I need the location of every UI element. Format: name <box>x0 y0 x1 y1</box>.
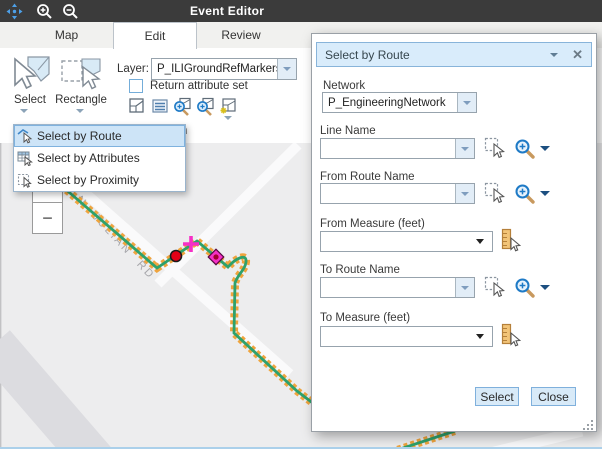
zoom-to-selected-tool-icon[interactable] <box>173 97 192 116</box>
selection-options-caret[interactable] <box>224 116 232 120</box>
select-tool-icon[interactable] <box>8 54 52 92</box>
from-route-name-combo-arrow[interactable] <box>455 184 474 203</box>
network-label: Network <box>323 80 365 92</box>
select-by-attributes-icon <box>17 150 33 166</box>
to-route-select-on-map-icon[interactable] <box>484 276 505 299</box>
attribute-list-tool-icon[interactable] <box>151 97 169 115</box>
menu-item-select-by-proximity[interactable]: Select by Proximity <box>14 169 185 191</box>
from-measure-combo[interactable] <box>320 231 493 252</box>
tab-edit[interactable]: Edit <box>113 22 197 49</box>
to-measure-ruler-icon[interactable] <box>500 323 521 348</box>
return-attribute-set-label: Return attribute set <box>150 80 248 92</box>
tab-map-label: Map <box>55 28 78 42</box>
pan-icon[interactable] <box>6 3 23 20</box>
tab-review[interactable]: Review <box>197 22 285 48</box>
tab-review-label: Review <box>221 28 260 42</box>
line-name-select-on-map-icon[interactable] <box>484 137 505 160</box>
layer-combo-arrow[interactable] <box>277 59 296 79</box>
dialog-resize-grip[interactable] <box>584 420 594 430</box>
select-dropdown-caret[interactable] <box>20 109 28 113</box>
menu-item-select-by-route[interactable]: Select by Route <box>14 125 185 147</box>
rectangle-button[interactable]: Rectangle <box>50 94 112 106</box>
layer-combo-value: P_ILIGroundRefMarkers <box>152 63 277 75</box>
dialog-titlebar[interactable]: Select by Route ✕ <box>316 42 592 67</box>
line-name-zoom-caret[interactable] <box>540 146 550 151</box>
to-measure-combo[interactable] <box>320 326 493 347</box>
app-titlebar: Event Editor <box>0 0 602 22</box>
select-confirm-label: Select <box>480 390 513 404</box>
zoom-out-glyph: − <box>42 208 53 229</box>
layer-combo[interactable]: P_ILIGroundRefMarkers <box>151 58 297 80</box>
app-title: Event Editor <box>190 4 264 18</box>
rectangle-tool-icon[interactable] <box>58 54 104 92</box>
from-route-select-on-map-icon[interactable] <box>484 182 505 205</box>
close-button-label: Close <box>538 390 569 404</box>
select-by-route-icon <box>17 128 33 144</box>
tab-edit-label: Edit <box>145 29 166 43</box>
from-measure-combo-caret[interactable] <box>476 239 484 244</box>
pan-to-selected-tool-icon[interactable] <box>196 97 215 116</box>
to-measure-combo-caret[interactable] <box>476 334 484 339</box>
event-editor-app: N JULIAN RD + − <box>0 0 602 449</box>
line-name-combo-arrow[interactable] <box>455 139 474 158</box>
red-dot-marker <box>171 251 182 262</box>
network-combo[interactable]: P_EngineeringNetwork <box>322 92 477 113</box>
select-confirm-button[interactable]: Select <box>475 387 519 406</box>
zoom-out-icon[interactable] <box>62 3 79 20</box>
zoom-in-icon[interactable] <box>36 3 53 20</box>
from-route-name-combo[interactable] <box>320 183 475 204</box>
to-route-name-combo-arrow[interactable] <box>455 278 474 297</box>
line-name-label: Line Name <box>320 125 376 137</box>
to-route-name-label: To Route Name <box>320 264 400 276</box>
menu-item-select-by-attributes[interactable]: Select by Attributes <box>14 147 185 169</box>
network-combo-value: P_EngineeringNetwork <box>323 97 457 109</box>
menu-item-label: Select by Route <box>37 129 122 143</box>
from-measure-ruler-icon[interactable] <box>500 228 521 253</box>
map-zoom-out-button[interactable]: − <box>32 202 63 234</box>
menu-item-label: Select by Proximity <box>37 173 139 187</box>
menu-item-label: Select by Attributes <box>37 151 140 165</box>
line-name-zoom-icon[interactable] <box>514 138 536 160</box>
magenta-diamond-center <box>213 254 218 259</box>
select-dropdown-menu: Select by Route Select by Attributes Sel… <box>13 124 186 192</box>
from-measure-label: From Measure (feet) <box>320 218 425 230</box>
polygon-select-tool-icon[interactable] <box>128 97 146 115</box>
from-route-name-label: From Route Name <box>320 171 415 183</box>
network-combo-arrow[interactable] <box>457 93 476 112</box>
dialog-title: Select by Route <box>317 48 550 62</box>
to-route-zoom-caret[interactable] <box>540 285 550 290</box>
from-route-zoom-caret[interactable] <box>540 191 550 196</box>
rectangle-dropdown-caret[interactable] <box>76 109 84 113</box>
to-route-name-combo[interactable] <box>320 277 475 298</box>
line-name-combo[interactable] <box>320 138 475 159</box>
dialog-close-icon[interactable]: ✕ <box>572 47 583 63</box>
layer-label: Layer: <box>117 63 149 75</box>
from-route-zoom-icon[interactable] <box>514 183 536 205</box>
return-attribute-set-checkbox[interactable] <box>129 79 143 93</box>
dialog-collapse-caret[interactable] <box>550 53 558 57</box>
tab-map[interactable]: Map <box>20 22 113 48</box>
select-by-route-dialog: Select by Route ✕ Network P_EngineeringN… <box>311 33 597 432</box>
selection-options-tool-icon[interactable] <box>219 97 237 115</box>
select-by-proximity-icon <box>17 172 33 188</box>
close-button[interactable]: Close <box>531 387 576 406</box>
to-route-zoom-icon[interactable] <box>514 277 536 299</box>
to-measure-label: To Measure (feet) <box>320 312 410 324</box>
